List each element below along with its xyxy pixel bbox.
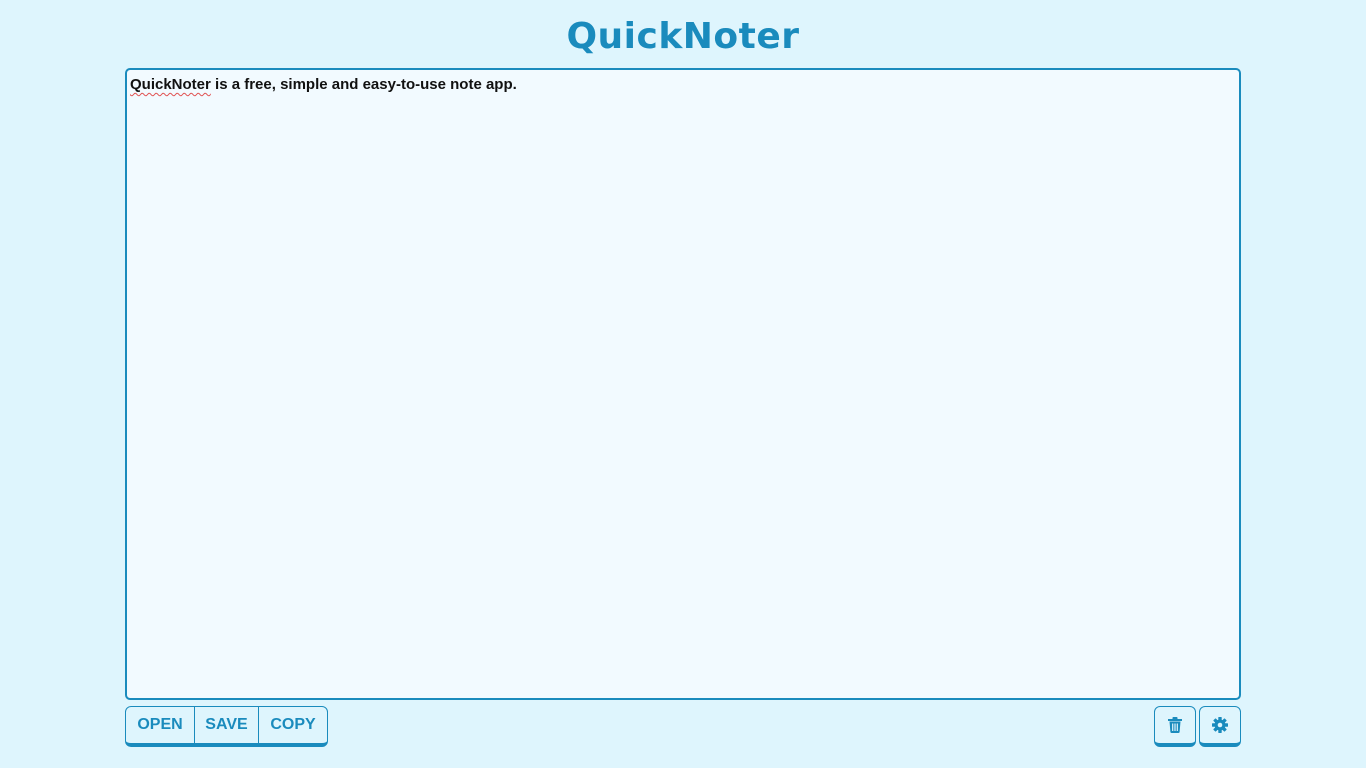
copy-button[interactable]: COPY [259,707,327,743]
note-text-rest[interactable]: is a free, simple and easy-to-use note a… [211,76,517,93]
app-root: QuickNoter QuickNoter is a free, simple … [0,0,1366,768]
settings-button[interactable] [1199,706,1241,747]
note-text[interactable]: QuickNoter is a free, simple and easy-to… [130,76,517,93]
misspelled-word[interactable]: QuickNoter [130,76,211,93]
open-button[interactable]: OPEN [126,707,195,743]
trash-icon [1168,717,1182,733]
app-title: QuickNoter [566,16,800,57]
save-button[interactable]: SAVE [195,707,259,743]
delete-button[interactable] [1154,706,1196,747]
file-actions-group: OPEN SAVE COPY [125,706,328,747]
note-editor[interactable]: QuickNoter is a free, simple and easy-to… [125,68,1241,700]
gear-icon [1212,717,1228,733]
